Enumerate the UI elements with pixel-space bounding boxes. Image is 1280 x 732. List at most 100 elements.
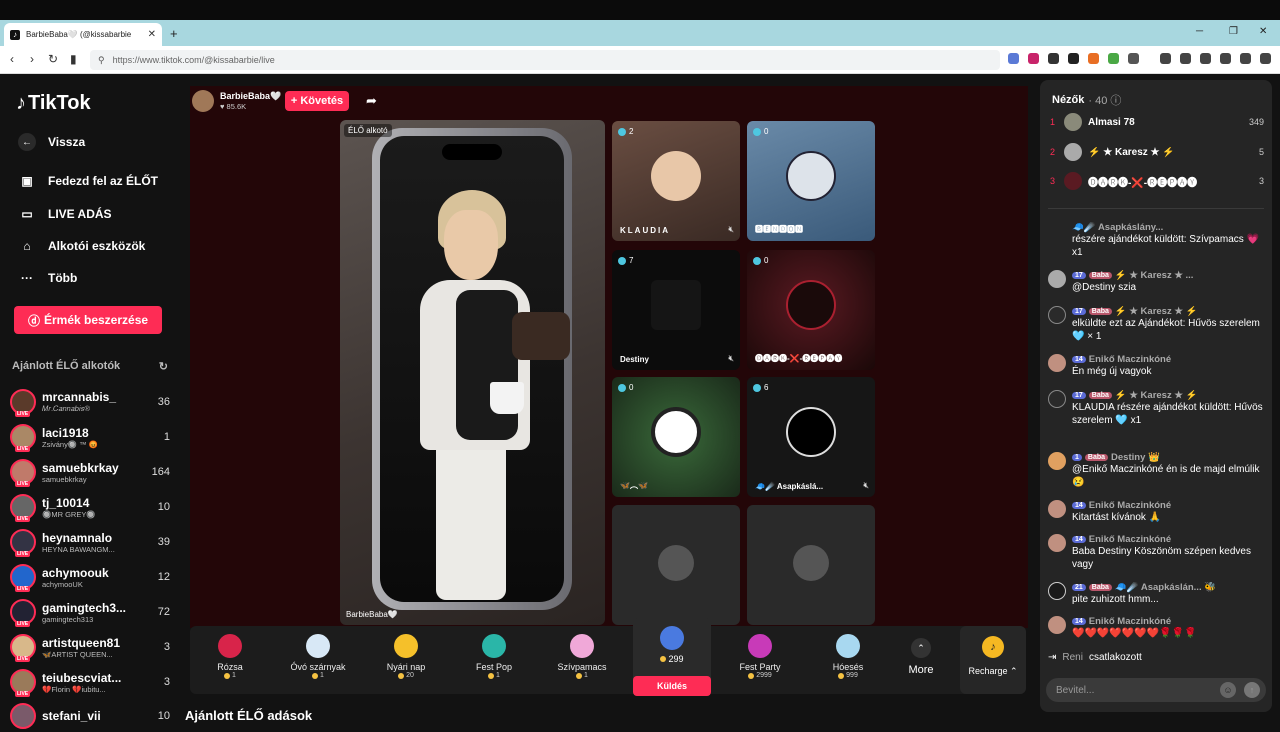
sidebar-toggle-icon[interactable]: [1180, 53, 1191, 64]
guest-tile[interactable]: 7 Destiny 🔇︎: [612, 250, 740, 370]
avatar: LIVE: [10, 564, 36, 592]
creator-item[interactable]: LIVE samuebkrkay samuebkrkay 164: [10, 456, 170, 488]
guest-tile[interactable]: 2 KLAUDIA 🔇︎: [612, 121, 740, 241]
creator-item[interactable]: LIVE achymoouk achymooUK 12: [10, 561, 170, 593]
creator-item[interactable]: LIVE tj_10014 🔘MR GREY🔘 10: [10, 491, 170, 523]
join-name: Reni: [1062, 652, 1083, 663]
creator-item[interactable]: LIVE laci1918 Zsivány🔘 ™ 😡 1: [10, 421, 170, 453]
gift-icon: [1048, 306, 1066, 324]
viewer-count: 39: [157, 536, 170, 548]
more-gifts-button[interactable]: ⌃ More: [896, 630, 946, 690]
creator-item[interactable]: LIVE mrcannabis_ 𝑀𝑟.𝐶𝑎𝑛𝑛𝑎𝑏𝑖𝑠® 36: [10, 386, 170, 418]
creator-name: laci1918: [42, 425, 89, 440]
viewer-name: Almasi 78: [1088, 116, 1135, 128]
guest-name: 🧢☄️ Asapkáslá...: [755, 482, 824, 491]
media-icon[interactable]: [1160, 53, 1171, 64]
main-video[interactable]: ÉLŐ alkotó BarbieBaba🤍: [340, 120, 605, 625]
guest-name: 🦋︵🦋: [620, 481, 648, 490]
gift-item[interactable]: Fest Party 2999: [720, 630, 800, 690]
top-viewer-row[interactable]: 2 ⚡ ★ Karesz ★ ⚡ 5: [1050, 142, 1264, 162]
extensions-icon[interactable]: [1220, 53, 1231, 64]
gift-item[interactable]: Óvó szárnyak 1: [278, 630, 358, 690]
empty-seat[interactable]: [747, 505, 875, 625]
guest-tile[interactable]: 0 🅓🅐🅡🅚-❌-🅡🅔🅟🅐🅨: [747, 250, 875, 370]
divider: [1048, 208, 1264, 209]
tiktok-logo[interactable]: ♪ TikTok: [16, 92, 91, 115]
creator-item[interactable]: LIVE artistqueen81 🦋ARTIST QUEEN... 3: [10, 631, 170, 663]
more-label: More: [908, 664, 934, 676]
guest-tile[interactable]: 0 🅱🅴🅽🅳🅾🅽: [747, 121, 875, 241]
creator-name: mrcannabis_: [42, 390, 117, 404]
creator-subtitle: samuebkrkay: [42, 474, 87, 484]
bookmark-icon[interactable]: ▮: [70, 52, 77, 66]
wallet-icon[interactable]: [1200, 53, 1211, 64]
coins-label: Érmék beszerzése: [43, 313, 149, 327]
browser-tab[interactable]: ♪ BarbieBaba🤍 (@kissabarbie ✕: [4, 23, 162, 46]
nav-more[interactable]: ··· Több: [18, 269, 77, 287]
gift-item[interactable]: Rózsa 1: [190, 630, 270, 690]
guest-avatar: [651, 151, 701, 201]
extension-icon[interactable]: [1128, 53, 1139, 64]
site-info-icon[interactable]: ⚲: [98, 55, 105, 66]
gift-item[interactable]: Nyári nap 20: [366, 630, 446, 690]
extension-icon[interactable]: [1008, 53, 1019, 64]
gift-name: Rózsa: [217, 662, 243, 672]
avatar: [1064, 143, 1082, 161]
menu-icon[interactable]: [1260, 53, 1271, 64]
extension-icon[interactable]: [1068, 53, 1079, 64]
share-icon[interactable]: ➦: [366, 93, 377, 109]
nav-go-live[interactable]: ▭ LIVE ADÁS: [18, 205, 111, 223]
nav-creator-tools[interactable]: ⌂ Alkotói eszközök: [18, 237, 145, 255]
gift-item[interactable]: Fest Pop 1: [454, 630, 534, 690]
chat-message: 17 Baba ⚡ ★ Karesz ★ ⚡ elküldte ezt az Aján…: [1048, 306, 1264, 343]
chat-input[interactable]: Bevitel... ☺ ↑: [1046, 678, 1266, 702]
send-message-icon[interactable]: ↑: [1244, 682, 1260, 698]
close-tab-icon[interactable]: ✕: [148, 29, 156, 40]
chat-input-placeholder: Bevitel...: [1056, 684, 1095, 696]
avatar: [1048, 354, 1066, 372]
back-arrow-icon[interactable]: ‹: [10, 52, 14, 66]
creator-item[interactable]: stefani_vii 10: [10, 700, 170, 732]
close-window-icon[interactable]: ✕: [1259, 26, 1267, 37]
rose-icon: [218, 634, 242, 658]
emoji-icon[interactable]: ☺: [1220, 682, 1236, 698]
extension-icon[interactable]: [1108, 53, 1119, 64]
chat-message: 14 Enikő Maczinkóné ❤️❤️❤️❤️❤️❤️❤️🌹🌹🌹: [1048, 616, 1264, 640]
empty-seat[interactable]: [612, 505, 740, 625]
guest-tile[interactable]: 0 🦋︵🦋: [612, 377, 740, 497]
reload-icon[interactable]: ↻: [48, 52, 58, 66]
viewers-header[interactable]: Nézők · 40 ⓘ: [1052, 92, 1121, 108]
house-icon: ⌂: [23, 239, 31, 253]
guest-tile[interactable]: 6 🧢☄️ Asapkáslá... 🔇︎: [747, 377, 875, 497]
extension-icon[interactable]: [1028, 53, 1039, 64]
extension-icon[interactable]: [1048, 53, 1059, 64]
host-info[interactable]: BarbieBaba🤍 ♥ 85.6K: [192, 90, 281, 112]
creator-item[interactable]: LIVE heynamnalo HEYNA BAWANGM... 39: [10, 526, 170, 558]
gift-item-selected[interactable]: 299: [632, 622, 712, 682]
avatar: [1048, 270, 1066, 288]
creator-item[interactable]: LIVE gamingtech3... gamingtech313 72: [10, 596, 170, 628]
top-viewer-row[interactable]: 3 🅓🅐🅡🅚-❌-🅡🅔🅟🅐🅨 3: [1050, 171, 1264, 191]
gift-item[interactable]: Szívpamacs 1: [542, 630, 622, 690]
top-viewer-row[interactable]: 1 Almasi 78 349: [1050, 112, 1264, 132]
vpn-icon[interactable]: [1240, 53, 1251, 64]
creator-name: teiubescviat...: [42, 670, 122, 685]
creator-item[interactable]: LIVE teiubescviat... 💔Florin 💔iubitu... 3: [10, 666, 170, 698]
new-tab-button[interactable]: +: [170, 26, 178, 41]
forward-arrow-icon[interactable]: ›: [30, 52, 34, 66]
nav-explore-live[interactable]: ▣ Fedezd fel az ÉLŐT: [18, 172, 158, 190]
gift-price: 1: [542, 672, 622, 679]
follow-button[interactable]: + Követés: [285, 91, 349, 111]
minimize-icon[interactable]: ─: [1196, 26, 1203, 37]
back-button[interactable]: ← Vissza: [18, 133, 85, 151]
send-gift-button[interactable]: Küldés: [633, 676, 711, 696]
snowfall-icon: [836, 634, 860, 658]
refresh-icon[interactable]: ↻: [159, 360, 168, 373]
url-field[interactable]: ⚲ https://www.tiktok.com/@kissabarbie/li…: [90, 50, 1000, 70]
extension-icon[interactable]: [1088, 53, 1099, 64]
recharge-button[interactable]: ♪ Recharge ⌃: [960, 626, 1026, 694]
get-coins-button[interactable]: ⓓ Érmék beszerzése: [14, 306, 162, 334]
maximize-icon[interactable]: ❐: [1229, 26, 1238, 37]
recommended-lives-title: Ajánlott ÉLŐ adások: [185, 708, 313, 723]
gift-item[interactable]: Hóesés 999: [808, 630, 888, 690]
